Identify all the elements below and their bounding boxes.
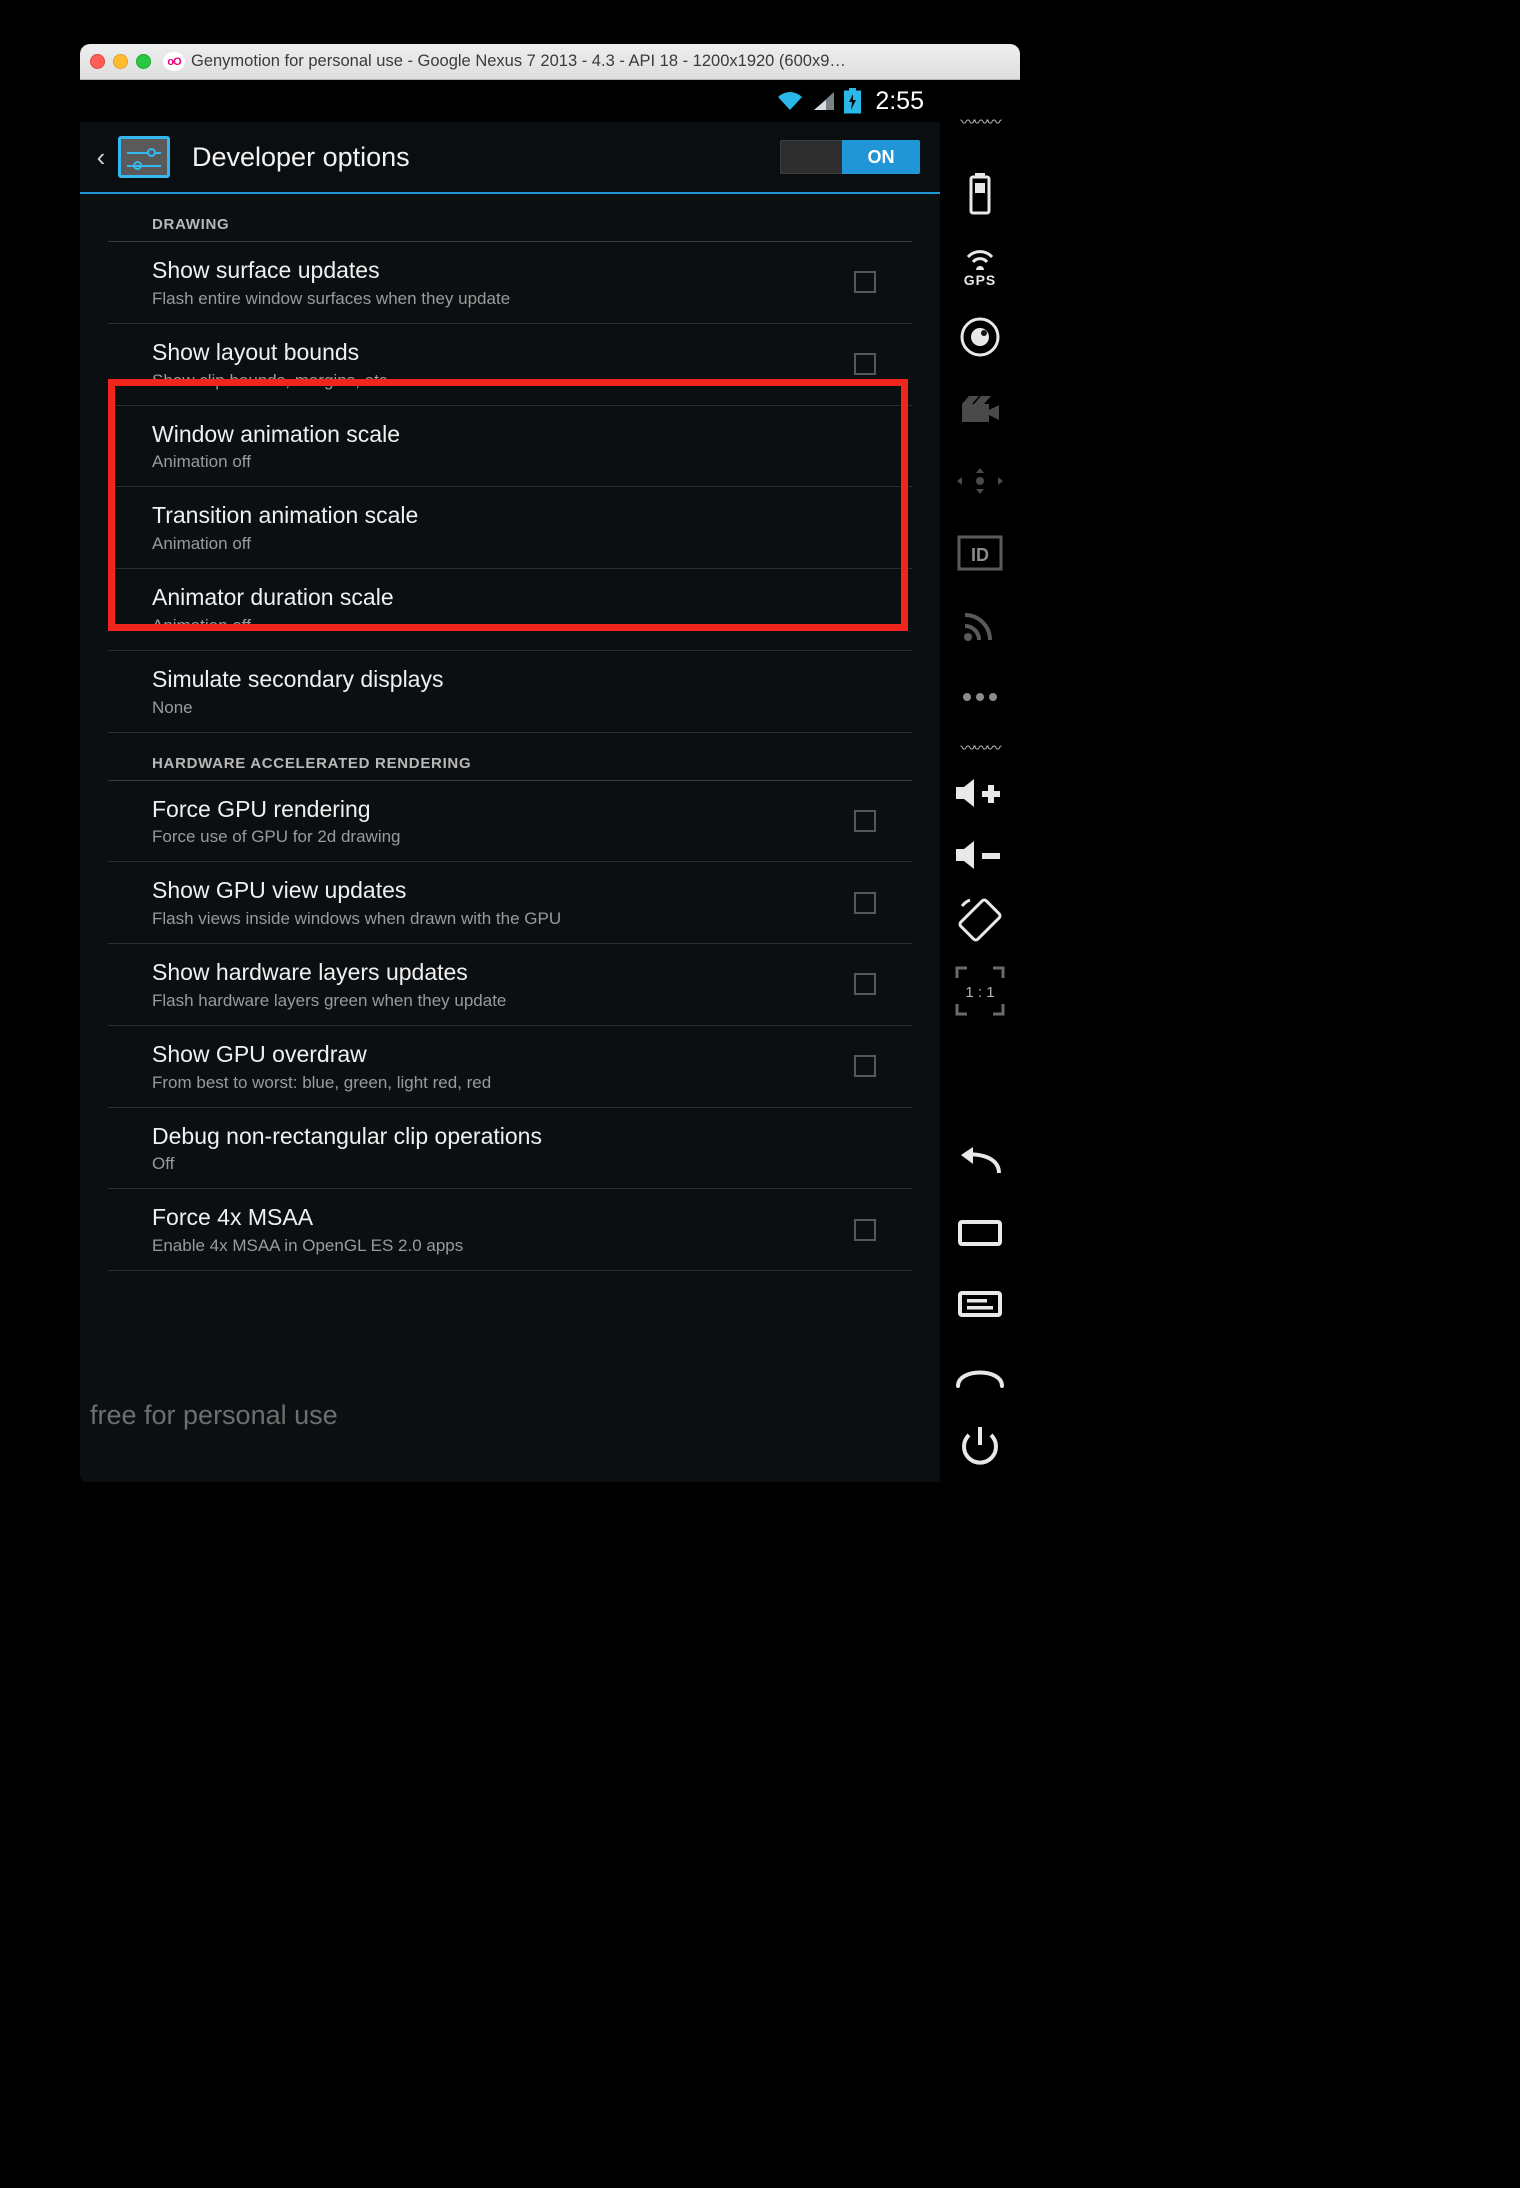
android-screen: 2:55 ‹ Developer options ON DRAWING Show … [80,80,940,1484]
accelerometer-icon[interactable] [940,445,1020,517]
more-options-icon[interactable] [940,661,1020,733]
settings-row-subtitle: Show clip bounds, margins, etc. [152,370,393,390]
settings-row-title: Window animation scale [152,420,401,447]
window-title: Genymotion for personal use - Google Nex… [191,52,846,70]
settings-row-subtitle: Animation off [152,615,251,635]
settings-row-title: Show layout bounds [152,338,360,365]
camera-icon[interactable] [940,302,1020,374]
action-bar: ‹ Developer options ON [80,122,940,194]
settings-row-subtitle: From best to worst: blue, green, light r… [152,1072,492,1092]
settings-row[interactable]: Simulate secondary displays None [108,651,912,733]
settings-row-subtitle: Flash entire window surfaces when they u… [152,288,511,308]
settings-row-subtitle: None [152,697,193,717]
signal-icon [812,90,836,112]
settings-row-subtitle: Enable 4x MSAA in OpenGL ES 2.0 apps [152,1236,464,1255]
settings-row-subtitle: Animation off [152,452,251,472]
settings-row[interactable]: Window animation scale Animation off [108,406,912,488]
settings-row[interactable]: Force 4x MSAA Enable 4x MSAA in OpenGL ES… [108,1189,912,1271]
settings-row-title: Show surface updates [152,257,380,283]
settings-row-checkbox[interactable] [854,973,876,996]
zoom-one-to-one-icon[interactable]: 1 : 1 [940,954,1020,1028]
settings-row-title: Force GPU rendering [152,795,371,822]
settings-row-title: Show GPU overdraw [152,1040,367,1067]
settings-row-checkbox[interactable] [854,809,876,832]
android-status-bar: 2:55 [80,80,940,122]
settings-row[interactable]: Show layout bounds Show clip bounds, marg… [108,324,912,406]
display-squiggle-top-icon: 〰〰〰 [960,114,1001,132]
genymotion-toolbar[interactable]: 〰〰〰 GPS ID 〰〰〰 1: 1 [940,80,1020,1484]
switch-on-label: ON [842,140,920,174]
settings-row-subtitle: Off [152,1154,175,1174]
menu-icon[interactable] [940,1269,1020,1341]
settings-row-subtitle: Force use of GPU for 2d drawing [152,827,401,847]
gps-label: GPS [963,271,997,288]
network-signal-icon[interactable] [940,589,1020,661]
settings-row-checkbox[interactable] [854,353,876,376]
display-squiggle-icon: 〰〰〰 [960,739,1001,757]
battery-widget-icon[interactable] [940,158,1020,230]
volume-down-icon[interactable] [940,824,1020,886]
status-bar-clock: 2:55 [875,86,924,115]
settings-row[interactable]: Animator duration scale Animation off [108,569,912,651]
svg-text:1 : 1: 1 : 1 [965,984,994,1001]
settings-row-title: Simulate secondary displays [152,665,444,692]
maximize-button[interactable] [136,54,151,69]
section-header: DRAWING [108,194,912,242]
switch-track [780,140,842,174]
settings-row-title: Debug non-rectangular clip operations [152,1122,542,1149]
settings-row-title: Show hardware layers updates [152,959,468,985]
settings-row-subtitle: Animation off [152,534,251,553]
settings-list[interactable]: DRAWING Show surface updates Flash entire … [80,194,940,1482]
wifi-icon [776,90,804,112]
battery-icon [844,88,862,114]
settings-row-checkbox[interactable] [854,1055,876,1078]
recents-icon[interactable] [940,1197,1020,1269]
settings-row-checkbox[interactable] [854,891,876,914]
rotate-screen-icon[interactable] [940,886,1020,954]
settings-row[interactable]: Transition animation scale Animation off [108,487,912,569]
svg-text:ID: ID [971,545,989,565]
gps-icon[interactable]: GPS [940,230,1020,302]
settings-row[interactable]: Show hardware layers updates Flash hardwa… [108,944,912,1026]
window-titlebar[interactable]: oO Genymotion for personal use - Google … [80,44,1020,80]
settings-row-checkbox[interactable] [854,271,876,294]
emulator-body: 2:55 ‹ Developer options ON DRAWING Show … [80,80,1020,1484]
genymotion-window: oO Genymotion for personal use - Google … [80,44,1020,1484]
home-icon[interactable] [940,1340,1020,1412]
settings-row-title: Animator duration scale [152,584,394,610]
power-icon[interactable] [940,1412,1020,1484]
settings-row[interactable]: Show GPU view updates Flash views inside … [108,862,912,944]
settings-row-title: Force 4x MSAA [152,1204,314,1231]
settings-row[interactable]: Show GPU overdraw From best to worst: blu… [108,1026,912,1108]
section-header: HARDWARE ACCELERATED RENDERING [108,733,912,781]
settings-row-subtitle: Flash views inside windows when drawn wi… [152,909,562,928]
identifiers-icon[interactable]: ID [940,517,1020,589]
page-title: Developer options [192,141,410,172]
genymotion-logo-icon: oO [163,52,185,71]
video-recorder-icon[interactable] [940,373,1020,445]
close-button[interactable] [90,54,105,69]
settings-row-title: Transition animation scale [152,502,419,529]
settings-row[interactable]: Force GPU rendering Force use of GPU for … [108,781,912,863]
up-navigation-icon[interactable]: ‹ [88,142,114,173]
settings-row-checkbox[interactable] [854,1218,876,1241]
developer-options-master-switch[interactable]: ON [780,140,920,174]
minimize-button[interactable] [113,54,128,69]
settings-row[interactable]: Debug non-rectangular clip operations Off [108,1108,912,1190]
settings-row[interactable]: Show surface updates Flash entire window … [108,242,912,324]
settings-row-title: Show GPU view updates [152,877,407,904]
settings-row-subtitle: Flash hardware layers green when they up… [152,990,507,1010]
android-nav-bar [80,1482,940,1484]
developer-options-icon [118,136,170,178]
volume-up-icon[interactable] [940,762,1020,824]
back-icon[interactable] [940,1125,1020,1197]
